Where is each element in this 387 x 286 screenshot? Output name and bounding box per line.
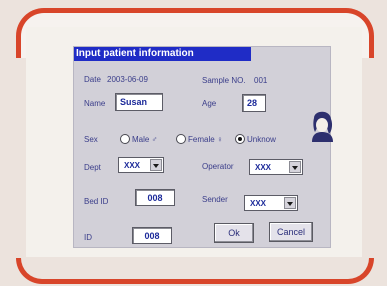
sender-select[interactable]: XXX bbox=[244, 195, 298, 211]
sex-male-label: Male ♂ bbox=[132, 135, 158, 144]
name-label: Name bbox=[84, 99, 106, 108]
dialog-title: Input patient information bbox=[74, 47, 251, 61]
sex-label: Sex bbox=[84, 135, 98, 144]
dept-select-value: XXX bbox=[124, 161, 141, 170]
operator-label: Operator bbox=[202, 162, 234, 171]
age-label: Age bbox=[202, 99, 217, 108]
sex-unknow-radio[interactable] bbox=[235, 134, 245, 144]
sender-select-value: XXX bbox=[250, 199, 267, 208]
sex-female-radio[interactable] bbox=[176, 134, 186, 144]
cancel-button[interactable]: Cancel bbox=[269, 222, 313, 242]
sender-label: Sender bbox=[202, 195, 228, 204]
id-label: ID bbox=[84, 233, 92, 242]
dept-select[interactable]: XXX bbox=[118, 157, 164, 173]
female-avatar-icon bbox=[312, 111, 333, 142]
sex-unknow-label: Unknow bbox=[247, 135, 276, 144]
bed-id-field[interactable]: 008 bbox=[135, 189, 175, 206]
sample-value: 001 bbox=[254, 76, 268, 85]
patient-info-dialog: Input patient information Date 2003-06-0… bbox=[74, 47, 333, 247]
operator-select-value: XXX bbox=[255, 163, 272, 172]
id-field[interactable]: 008 bbox=[132, 227, 172, 244]
dropdown-arrow-icon[interactable] bbox=[289, 161, 301, 173]
date-label: Date bbox=[84, 75, 101, 84]
device-frame-bottom bbox=[16, 258, 374, 284]
operator-select[interactable]: XXX bbox=[249, 159, 303, 175]
age-field[interactable]: 28 bbox=[242, 94, 266, 112]
dropdown-arrow-icon[interactable] bbox=[284, 197, 296, 209]
sex-female-label: Female ♀ bbox=[188, 135, 223, 144]
sample-label: Sample NO. bbox=[202, 76, 246, 85]
dept-label: Dept bbox=[84, 163, 101, 172]
name-field[interactable]: Susan bbox=[115, 93, 163, 111]
ok-button[interactable]: Ok bbox=[214, 223, 254, 243]
date-value: 2003-06-09 bbox=[107, 75, 148, 84]
dropdown-arrow-icon[interactable] bbox=[150, 159, 162, 171]
bed-id-label: Bed ID bbox=[84, 197, 109, 206]
sex-male-radio[interactable] bbox=[120, 134, 130, 144]
